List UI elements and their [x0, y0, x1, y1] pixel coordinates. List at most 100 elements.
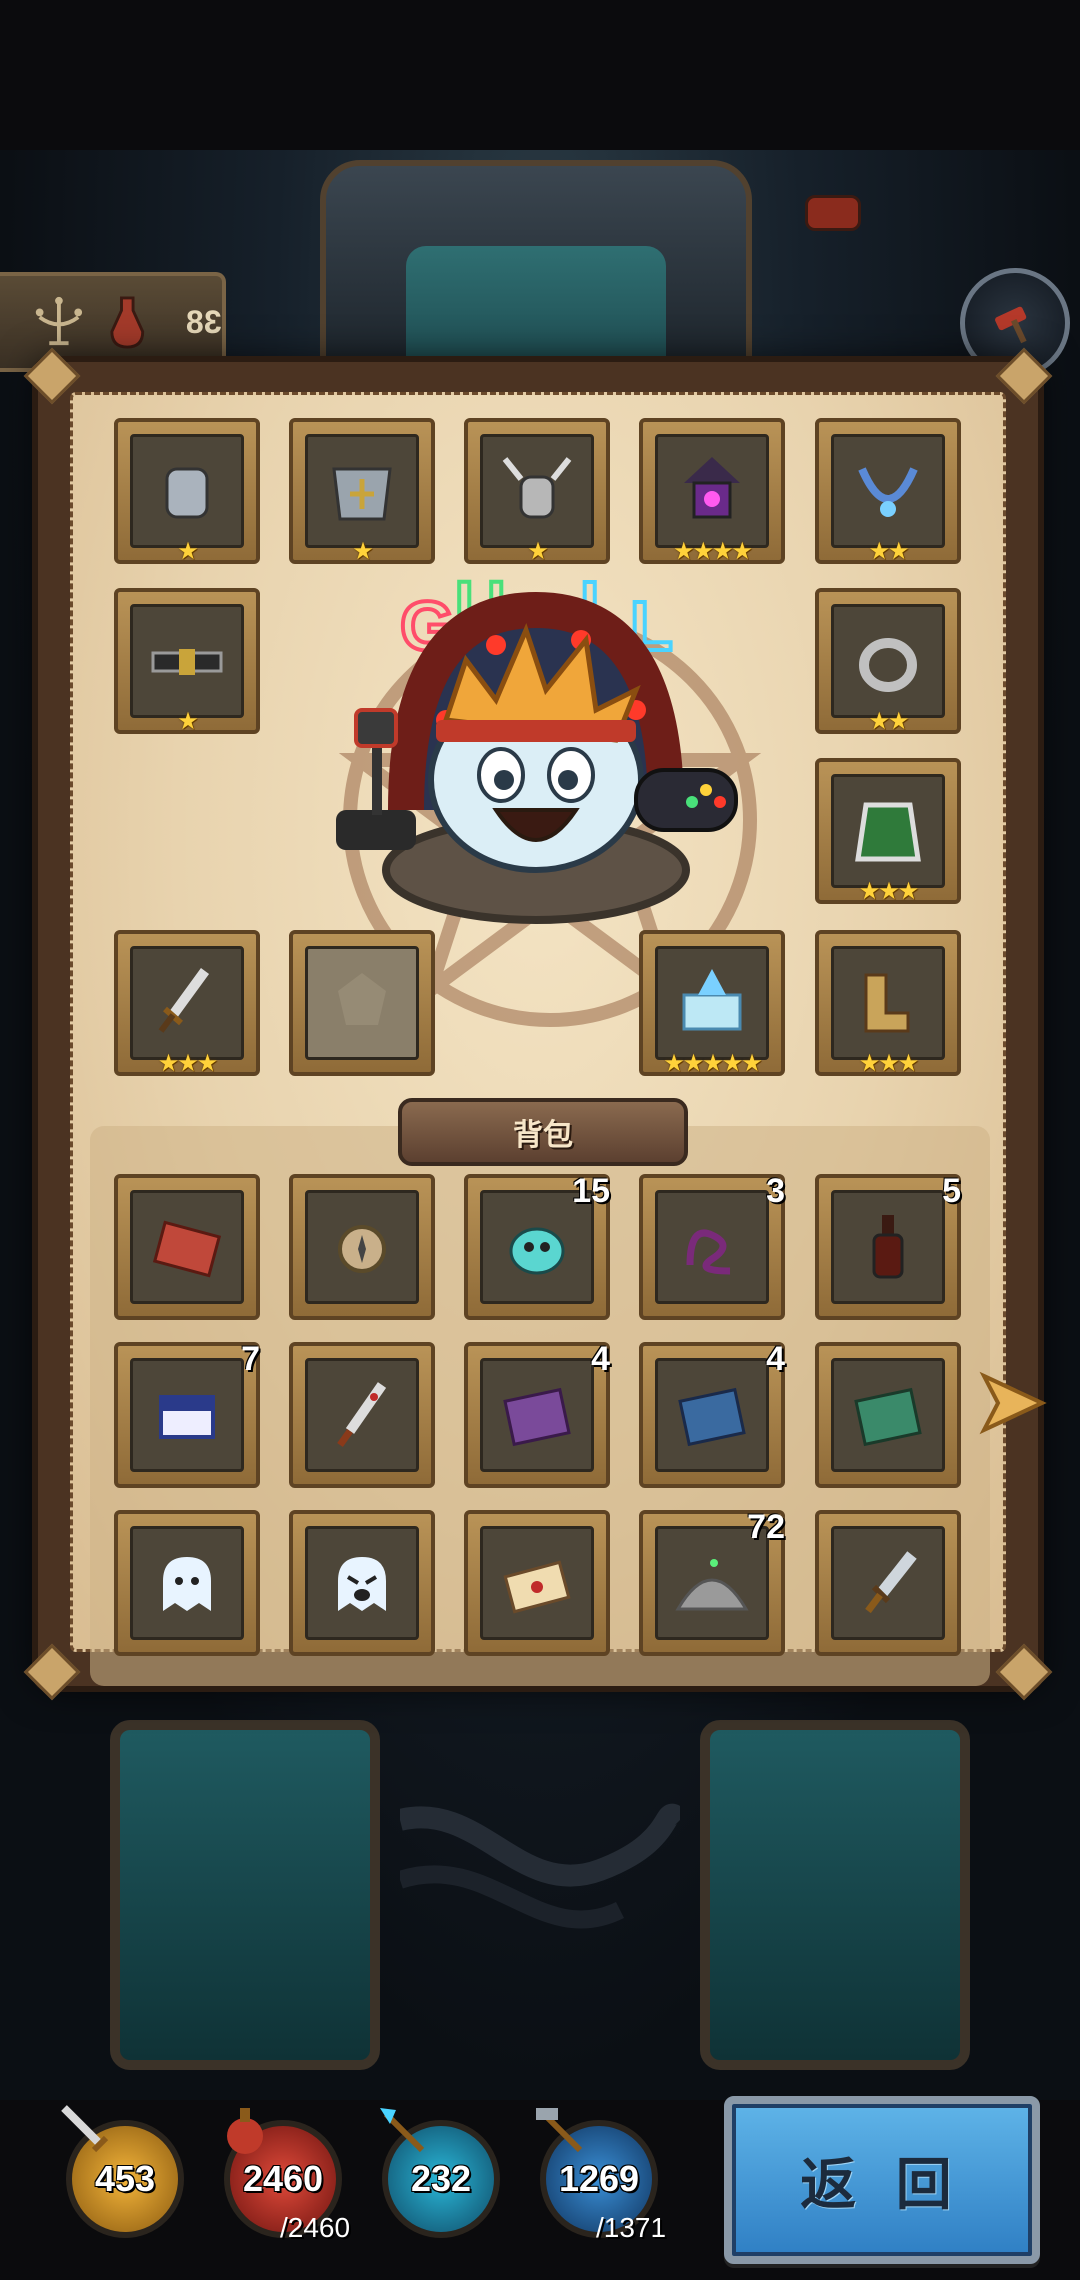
star-rating: ★ [352, 538, 374, 565]
star-rating: ★★ [868, 708, 909, 735]
star-rating: ★★★ [858, 1050, 920, 1077]
slot-well [480, 434, 594, 548]
right-tank [700, 1720, 970, 2070]
item-count: 3 [766, 1172, 785, 1210]
bag-item[interactable]: 4 [639, 1340, 785, 1488]
red-book-icon [152, 1220, 222, 1278]
item-count: 5 [942, 1172, 961, 1210]
slot-well [480, 1526, 594, 1640]
winged-helmet-icon [502, 457, 572, 519]
candelabra-icon [35, 296, 83, 346]
left-tank [110, 1720, 380, 2070]
slot-well [831, 1190, 945, 1304]
cables [400, 1803, 680, 1929]
top-pipe-machine [320, 160, 752, 372]
star-rating: ★ [527, 538, 549, 565]
star-rating: ★★★★★ [663, 1050, 763, 1077]
equip-slot-boots[interactable]: ★★★ [815, 930, 961, 1077]
slot-well [305, 434, 419, 548]
sword-icon [61, 2105, 109, 2153]
bag-item[interactable]: 5 [815, 1172, 961, 1320]
slot-well [130, 434, 244, 548]
equip-slot-book[interactable]: ★★★★★ [639, 930, 785, 1077]
equip-slot-cloak[interactable]: ★★★ [815, 758, 961, 905]
ghost-icon [163, 1557, 211, 1611]
item-count: 15 [572, 1172, 610, 1210]
equip-slot-gloves[interactable]: ★ [114, 418, 260, 565]
slot-well [480, 1358, 594, 1472]
return-button[interactable]: 返 回 [724, 2096, 1040, 2264]
lantern-icon [684, 457, 740, 519]
bag-item[interactable]: 7 [114, 1340, 260, 1488]
bag-item[interactable] [289, 1174, 435, 1320]
bag-item[interactable] [464, 1510, 610, 1656]
star-rating: ★★★ [157, 1050, 219, 1077]
bag-item[interactable] [289, 1342, 435, 1488]
bag-item[interactable] [114, 1174, 260, 1320]
gumball-pet-icon [509, 1227, 565, 1275]
slot-well [831, 434, 945, 548]
sword-icon [158, 968, 210, 1033]
equip-slot-belt[interactable]: ★ [114, 588, 260, 735]
armor-icon [332, 467, 392, 521]
blue-book-icon [678, 1387, 746, 1447]
slot-well [831, 1526, 945, 1640]
hammer-icon [995, 306, 1027, 344]
defense-value: 1269 [558, 2158, 640, 2199]
equip-slot-necklace[interactable]: ★★ [815, 418, 961, 565]
slot-well [130, 604, 244, 718]
hp-stat[interactable]: 2460 /2460 [224, 2108, 350, 2243]
slot-well [655, 434, 769, 548]
equip-slot-ring[interactable]: ★★ [815, 588, 961, 735]
hp-value: 2460 [242, 2158, 324, 2199]
cloak-icon [855, 802, 921, 862]
bag-item[interactable] [815, 1510, 961, 1656]
bag-item[interactable] [114, 1510, 260, 1656]
bloody-knife-icon [337, 1382, 387, 1448]
hp-max: /2460 [280, 2212, 351, 2243]
slot-well [831, 774, 945, 888]
slot-well [305, 1526, 419, 1640]
bag-label: 背包 [398, 1098, 688, 1166]
star-rating: ★ [177, 538, 199, 565]
defense-max: /1371 [596, 2212, 667, 2243]
slot-well [305, 1358, 419, 1472]
equip-slot-lantern[interactable]: ★★★★ [639, 418, 785, 565]
potion-icon [227, 2108, 263, 2154]
star-rating: ★★★★ [672, 538, 753, 565]
bag-item[interactable]: 15 [464, 1172, 610, 1320]
bag-item[interactable] [815, 1342, 961, 1488]
equip-slot-helmet[interactable]: ★ [464, 418, 610, 565]
slot-well [130, 1358, 244, 1472]
next-page-arrow-icon[interactable] [978, 1368, 1048, 1438]
ash-pile-icon [675, 1559, 749, 1611]
valve-icon [805, 195, 861, 231]
equip-slot-armor[interactable]: ★ [289, 418, 435, 565]
equip-slot-weapon[interactable]: ★★★ [114, 930, 260, 1077]
bag-item[interactable]: 3 [639, 1172, 785, 1320]
necklace-icon [858, 467, 918, 517]
defense-stat[interactable]: 1269 /1371 [536, 2108, 666, 2243]
slot-well [305, 946, 419, 1060]
bag-item[interactable]: 72 [639, 1508, 785, 1656]
dagger-icon [865, 1551, 917, 1614]
hammer-icon [536, 2108, 583, 2153]
slot-well [831, 946, 945, 1060]
slot-well [130, 1190, 244, 1304]
potion-icon [110, 296, 144, 349]
bag-item[interactable] [289, 1510, 435, 1656]
belt-icon [151, 649, 223, 675]
rope-icon [686, 1229, 731, 1275]
attack-stat[interactable]: 453 [61, 2105, 184, 2238]
equip-slot-empty[interactable] [289, 930, 435, 1076]
angry-ghost-icon [338, 1557, 386, 1611]
gumball-hero-icon [336, 591, 738, 924]
crystal-book-icon [682, 969, 742, 1031]
item-count: 7 [241, 1340, 260, 1378]
item-count: 72 [747, 1508, 785, 1546]
star-rating: ★ [177, 708, 199, 735]
attack-value: 453 [94, 2158, 156, 2199]
mp-stat[interactable]: 232 [380, 2108, 500, 2238]
star-rating: ★★ [868, 538, 909, 565]
bag-item[interactable]: 4 [464, 1340, 610, 1488]
